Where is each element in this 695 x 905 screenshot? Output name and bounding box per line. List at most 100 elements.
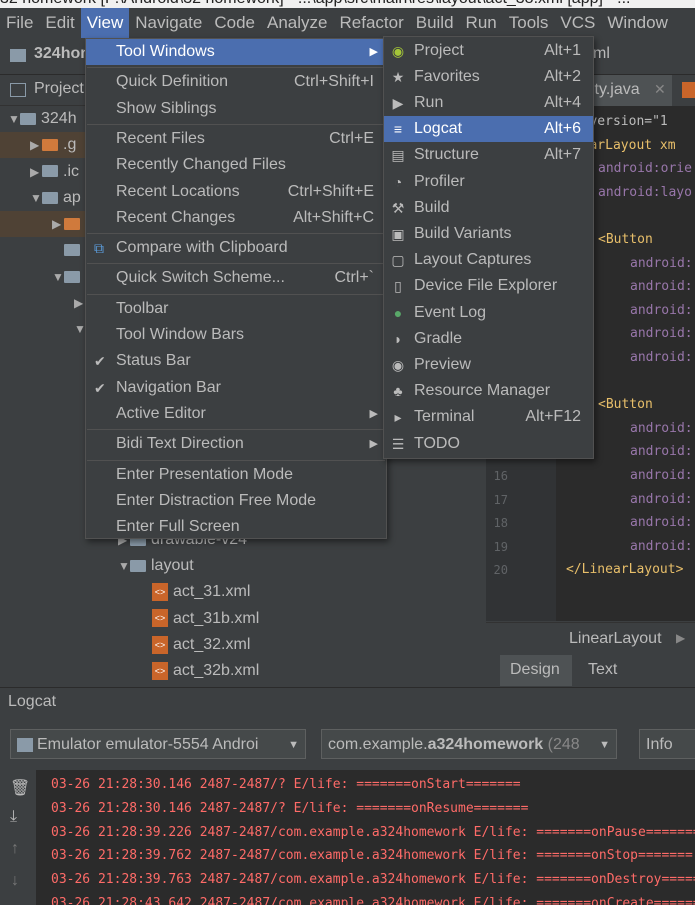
view-menu-item-enter-presentation-mode[interactable]: Enter Presentation Mode <box>86 462 386 488</box>
close-icon[interactable]: ✕ <box>654 81 666 98</box>
tool-window-item-terminal[interactable]: ▸ Terminal Alt+F12 <box>384 404 593 430</box>
tree-item[interactable]: <> act_31b.xml <box>0 606 486 632</box>
menu-item-label: Navigation Bar <box>116 378 221 396</box>
tool-window-item-gradle[interactable]: ◗ Gradle <box>384 326 593 352</box>
view-menu-item-tool-windows[interactable]: Tool Windows ▶ <box>86 39 386 65</box>
view-menu-item-compare-with-clipboard[interactable]: ⧉ Compare with Clipboard <box>86 235 386 261</box>
arrow-up-icon[interactable]: ↑ <box>11 840 19 858</box>
scroll-to-end-icon[interactable]: ⤓ <box>10 808 17 826</box>
view-menu-item-show-siblings[interactable]: Show Siblings <box>86 96 386 122</box>
build-variants-icon: ▣ <box>391 225 405 242</box>
menu-item-label: Enter Presentation Mode <box>116 465 293 483</box>
menu-item-label: Profiler <box>414 172 465 190</box>
eye-icon: ◉ <box>391 356 405 373</box>
arrow-down-icon[interactable]: ↓ <box>11 872 19 890</box>
tree-item-label: act_32b.xml <box>173 662 260 680</box>
device-dropdown[interactable]: Emulator emulator-5554 Androi ▼ <box>10 729 306 759</box>
line-number: 17 <box>493 492 508 507</box>
chevron-down-icon[interactable]: ▼ <box>8 106 20 132</box>
process-pid: (248 <box>543 736 580 753</box>
menu-item-label: Preview <box>414 355 471 373</box>
tool-window-item-project[interactable]: ◉ Project Alt+1 <box>384 38 593 64</box>
menu-item-label: Build Variants <box>414 224 512 242</box>
menu-window[interactable]: Window <box>601 8 673 38</box>
tool-window-item-build-variants[interactable]: ▣ Build Variants <box>384 221 593 247</box>
menu-run[interactable]: Run <box>460 8 503 38</box>
breadcrumb-linearlayout[interactable]: LinearLayout <box>569 630 662 648</box>
tab-design[interactable]: Design <box>500 655 572 686</box>
tool-window-item-build[interactable]: ⚒ Build <box>384 195 593 221</box>
menu-item-label: Quick Definition <box>116 73 229 91</box>
tree-item[interactable]: <> act_32b.xml <box>0 658 486 684</box>
tool-window-item-favorites[interactable]: ★ Favorites Alt+2 <box>384 64 593 90</box>
view-menu-item-recent-changes[interactable]: Recent Changes Alt+Shift+C <box>86 205 386 231</box>
tool-window-item-structure[interactable]: ▤ Structure Alt+7 <box>384 142 593 168</box>
log-line: 03-26 21:28:30.146 2487-2487/? E/life: =… <box>51 800 529 816</box>
tab-text[interactable]: Text <box>574 655 634 686</box>
chevron-down-icon[interactable]: ▼ <box>52 264 64 290</box>
menu-navigate[interactable]: Navigate <box>129 8 208 38</box>
view-menu-item-recent-locations[interactable]: Recent Locations Ctrl+Shift+E <box>86 179 386 205</box>
tree-item[interactable]: ▼ layout <box>0 553 486 579</box>
process-dropdown[interactable]: com.example.a324homework (248 ▼ <box>321 729 617 759</box>
log-level-dropdown[interactable]: Info <box>639 729 695 759</box>
view-menu-item-quick-switch-scheme[interactable]: Quick Switch Scheme... Ctrl+` <box>86 265 386 291</box>
tree-item[interactable]: <> act_32.xml <box>0 632 486 658</box>
menu-separator <box>87 459 385 461</box>
folder-icon <box>42 165 58 178</box>
tool-window-item-profiler[interactable]: ◔ Profiler <box>384 169 593 195</box>
menu-separator <box>87 429 385 431</box>
menu-item-label: Logcat <box>414 120 463 138</box>
view-menu-item-bidi-text-direction[interactable]: Bidi Text Direction ▶ <box>86 431 386 457</box>
menu-view[interactable]: View <box>80 8 130 38</box>
view-menu-item-recently-changed-files[interactable]: Recently Changed Files <box>86 152 386 178</box>
menu-refactor[interactable]: Refactor <box>333 8 409 38</box>
tool-window-item-device-file-explorer[interactable]: ▯ Device File Explorer <box>384 273 593 299</box>
menu-code[interactable]: Code <box>208 8 261 38</box>
menu-build[interactable]: Build <box>410 8 460 38</box>
tool-window-item-run[interactable]: ▶ Run Alt+4 <box>384 90 593 116</box>
menu-item-shortcut: Alt+4 <box>544 93 581 111</box>
menu-tools[interactable]: Tools <box>503 8 555 38</box>
view-menu-item-enter-distraction-free-mode[interactable]: Enter Distraction Free Mode <box>86 488 386 514</box>
logcat-output[interactable]: 03-26 21:28:30.146 2487-2487/? E/life: =… <box>36 770 695 905</box>
view-menu-item-navigation-bar[interactable]: ✔ Navigation Bar <box>86 375 386 401</box>
menu-separator <box>87 123 385 125</box>
menu-analyze[interactable]: Analyze <box>261 8 333 38</box>
menu-edit[interactable]: Edit <box>39 8 80 38</box>
menu-separator <box>87 263 385 265</box>
view-menu-item-enter-full-screen[interactable]: Enter Full Screen <box>86 514 386 540</box>
tool-window-item-todo[interactable]: ☰ TODO <box>384 431 593 457</box>
tool-window-item-preview[interactable]: ◉ Preview <box>384 352 593 378</box>
window-title-bar: 32 homework [F:\Android\32 homework] - .… <box>0 0 695 8</box>
nav-file-crumb[interactable]: ml <box>593 45 610 63</box>
view-menu-item-tool-window-bars[interactable]: Tool Window Bars <box>86 322 386 348</box>
tool-window-item-resource-manager[interactable]: ♣ Resource Manager <box>384 378 593 404</box>
view-menu-item-active-editor[interactable]: Active Editor ▶ <box>86 401 386 427</box>
chevron-down-icon[interactable]: ▼ <box>118 553 130 579</box>
xml-file-icon: <> <box>152 609 168 628</box>
tool-window-item-event-log[interactable]: ● Event Log <box>384 300 593 326</box>
folder-icon <box>64 244 80 257</box>
chevron-down-icon[interactable]: ▼ <box>30 185 42 211</box>
menu-vcs[interactable]: VCS <box>554 8 601 38</box>
view-menu-item-status-bar[interactable]: ✔ Status Bar <box>86 348 386 374</box>
structure-icon: ▤ <box>391 147 405 164</box>
trash-icon[interactable]: 🗑 <box>10 778 30 798</box>
tool-window-item-layout-captures[interactable]: ▢ Layout Captures <box>384 247 593 273</box>
editor-tab-activity-java[interactable]: ity.java ✕ <box>586 75 672 106</box>
tree-item[interactable]: <> act_31.xml <box>0 579 486 605</box>
chevron-right-icon[interactable]: ▶ <box>52 211 64 237</box>
star-icon: ★ <box>391 68 405 85</box>
chevron-right-icon[interactable]: ▶ <box>30 159 42 185</box>
run-icon: ▶ <box>392 94 404 111</box>
view-menu-item-quick-definition[interactable]: Quick Definition Ctrl+Shift+I <box>86 69 386 95</box>
view-menu-item-toolbar[interactable]: Toolbar <box>86 296 386 322</box>
project-panel-title[interactable]: Project <box>34 80 84 98</box>
layout-captures-icon: ▢ <box>391 252 405 269</box>
view-menu-item-recent-files[interactable]: Recent Files Ctrl+E <box>86 126 386 152</box>
chevron-right-icon[interactable]: ▶ <box>30 132 42 158</box>
tool-window-item-logcat[interactable]: ≡ Logcat Alt+6 <box>384 116 593 143</box>
menu-file[interactable]: File <box>0 8 39 38</box>
code-line: android: <box>630 538 693 554</box>
